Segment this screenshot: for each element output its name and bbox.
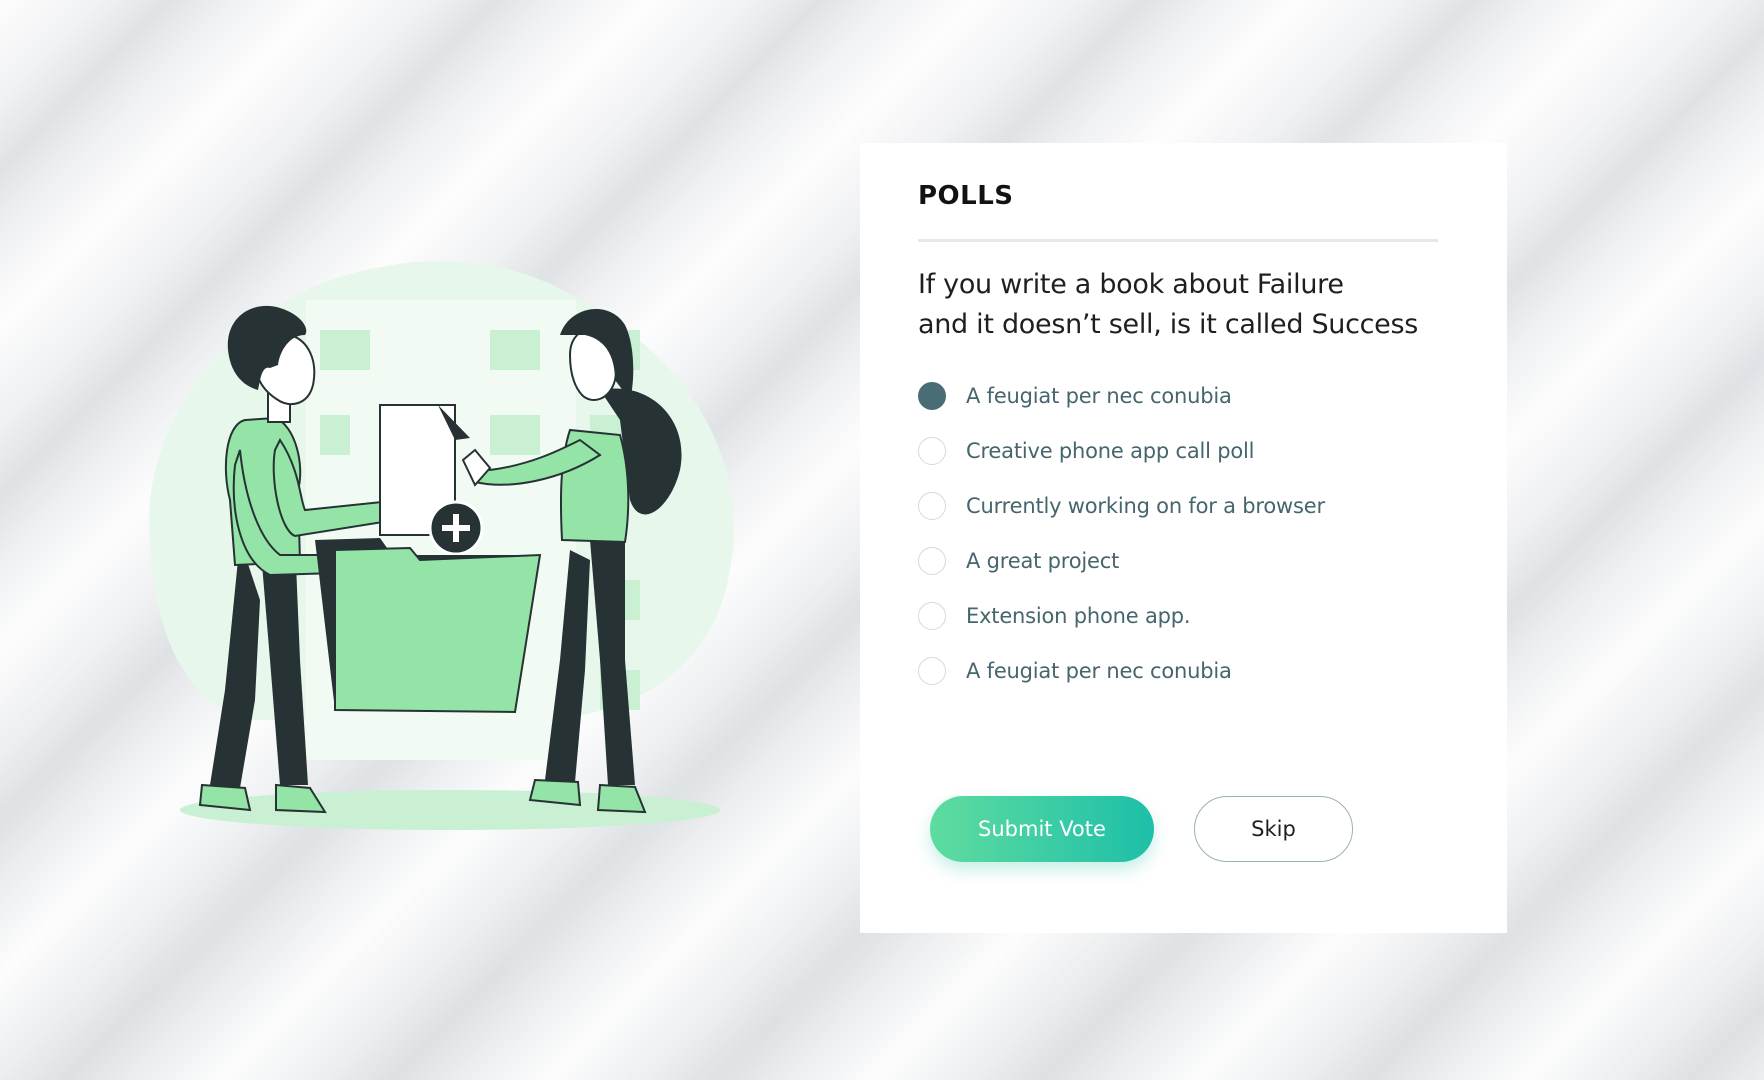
poll-option-label: Creative phone app call poll xyxy=(966,439,1255,463)
poll-option[interactable]: A great project xyxy=(918,547,1478,575)
submit-vote-button[interactable]: Submit Vote xyxy=(930,796,1154,862)
title-divider xyxy=(918,239,1438,242)
people-folder-illustration xyxy=(149,261,734,830)
radio-button[interactable] xyxy=(918,657,946,685)
poll-option-label: A feugiat per nec conubia xyxy=(966,659,1232,683)
skip-button[interactable]: Skip xyxy=(1194,796,1353,862)
poll-option-label: Extension phone app. xyxy=(966,604,1191,628)
poll-option[interactable]: A feugiat per nec conubia xyxy=(918,382,1478,410)
radio-button[interactable] xyxy=(918,492,946,520)
poll-option-label: A feugiat per nec conubia xyxy=(966,384,1232,408)
poll-option[interactable]: Extension phone app. xyxy=(918,602,1478,630)
poll-question-line-2: and it doesn’t sell, is it called Succes… xyxy=(918,309,1419,340)
poll-options: A feugiat per nec conubia Creative phone… xyxy=(918,382,1478,712)
radio-button[interactable] xyxy=(918,547,946,575)
poll-option[interactable]: A feugiat per nec conubia xyxy=(918,657,1478,685)
radio-button[interactable] xyxy=(918,437,946,465)
radio-button[interactable] xyxy=(918,602,946,630)
poll-card: POLLS If you write a book about Failure … xyxy=(860,143,1507,933)
poll-option[interactable]: Currently working on for a browser xyxy=(918,492,1478,520)
radio-button-selected[interactable] xyxy=(918,382,946,410)
poll-option-label: Currently working on for a browser xyxy=(966,494,1325,518)
poll-option-label: A great project xyxy=(966,549,1120,573)
poll-title: POLLS xyxy=(918,181,1014,211)
poll-question-line-1: If you write a book about Failure xyxy=(918,269,1344,300)
poll-option[interactable]: Creative phone app call poll xyxy=(918,437,1478,465)
poll-question: If you write a book about Failure and it… xyxy=(918,265,1458,345)
